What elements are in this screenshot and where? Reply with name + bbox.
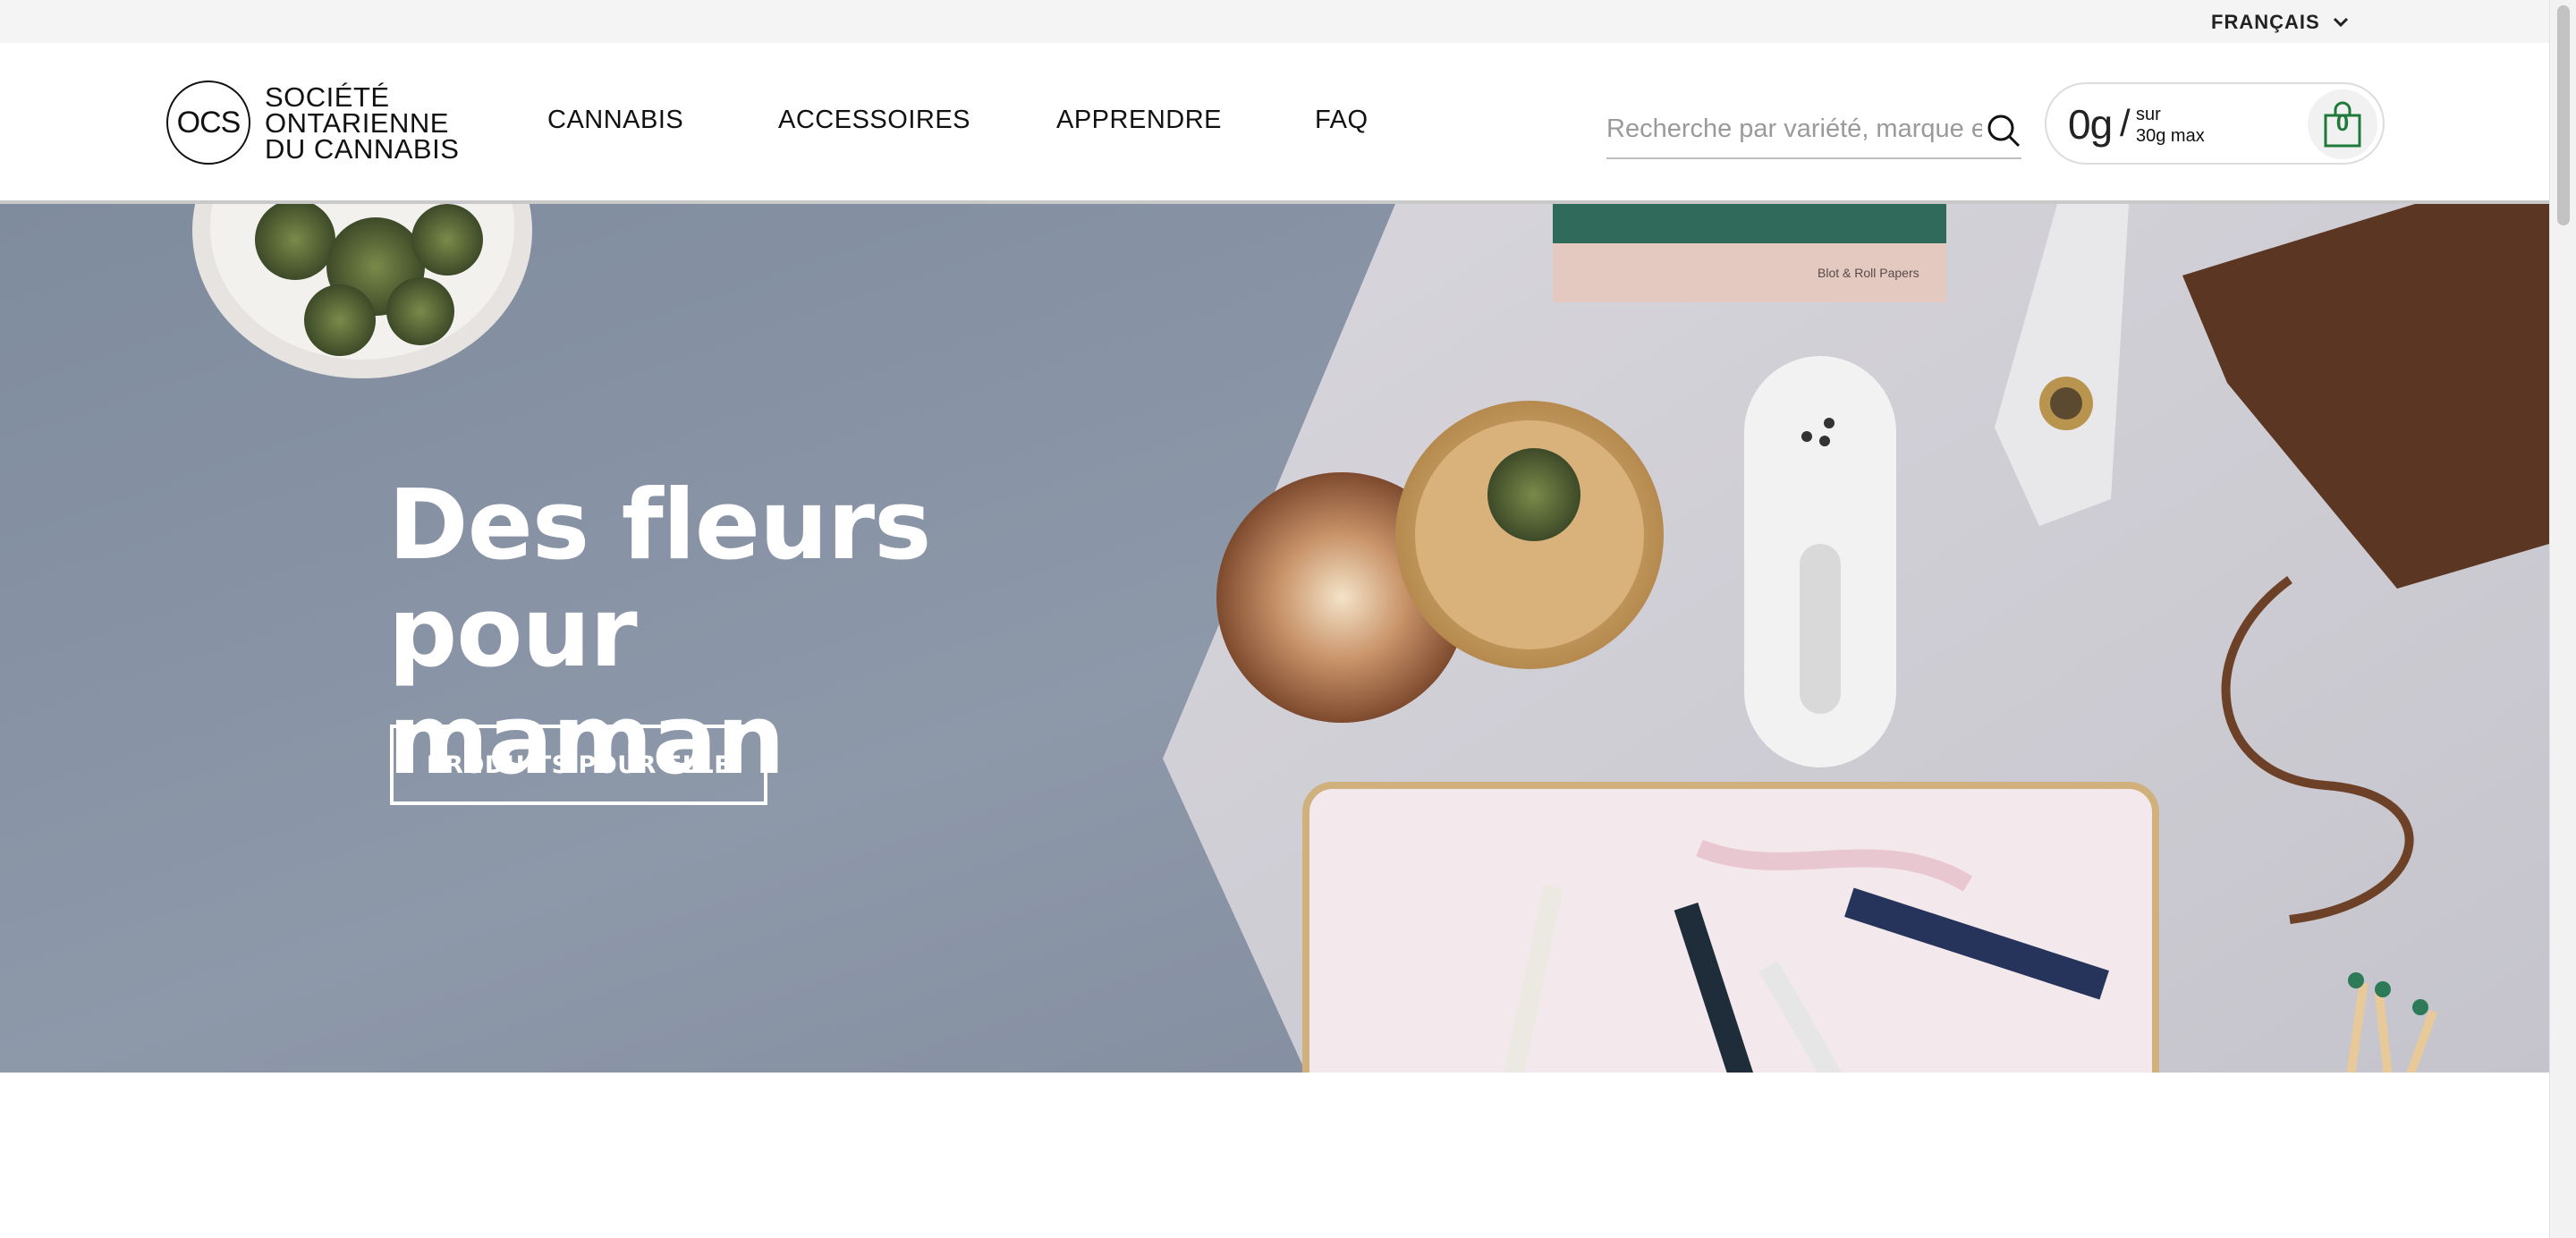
cart-widget[interactable]: 0g / sur 30g max 0 xyxy=(2045,82,2385,165)
nav-item-accessoires[interactable]: ACCESSOIRES xyxy=(778,106,970,135)
cart-limit: sur 30g max xyxy=(2136,104,2205,147)
hero-banner: Blot & Roll Papers Des fleurs pour maman… xyxy=(0,204,2549,1073)
nav-item-faq[interactable]: FAQ xyxy=(1315,106,1368,135)
page-scrollbar[interactable] xyxy=(2549,0,2576,1238)
search-icon[interactable] xyxy=(1986,113,2021,148)
products-for-her-button[interactable]: PRODUITS POUR ELLE xyxy=(390,725,767,805)
language-switcher[interactable]: FRANÇAIS xyxy=(2211,9,2349,36)
hero-title-line: Des fleurs pour xyxy=(388,470,931,689)
cart-weight-amount: 0g xyxy=(2068,101,2113,148)
ocs-logo[interactable]: OCS SOCIÉTÉ ONTARIENNE DU CANNABIS xyxy=(166,81,459,165)
scrollbar-thumb[interactable] xyxy=(2557,5,2570,225)
language-label: FRANÇAIS xyxy=(2211,11,2320,33)
search-bar xyxy=(1606,98,2021,159)
site-header: OCS SOCIÉTÉ ONTARIENNE DU CANNABIS CANNA… xyxy=(0,43,2549,204)
logo-mark: OCS xyxy=(166,81,250,165)
logo-wordmark: SOCIÉTÉ ONTARIENNE DU CANNABIS xyxy=(265,81,460,165)
chevron-down-icon xyxy=(2333,17,2348,28)
book-label: Blot & Roll Papers xyxy=(1818,266,1919,280)
cart-limit-line: 30g max xyxy=(2136,126,2205,146)
cart-separator: / xyxy=(2120,102,2131,144)
hero-background-image: Blot & Roll Papers xyxy=(0,204,2549,1073)
cart-limit-line: sur xyxy=(2136,105,2161,124)
logo-line: DU CANNABIS xyxy=(265,132,460,165)
search-input[interactable] xyxy=(1606,111,1982,147)
logo-line: ONTARIENNE xyxy=(265,106,449,139)
nav-item-cannabis[interactable]: CANNABIS xyxy=(547,106,683,135)
cart-button[interactable]: 0 xyxy=(2308,89,2377,159)
top-utility-bar: FRANÇAIS xyxy=(0,0,2549,43)
logo-line: SOCIÉTÉ xyxy=(265,81,390,113)
cart-item-count: 0 xyxy=(2335,109,2350,136)
nav-item-apprendre[interactable]: APPRENDRE xyxy=(1056,106,1222,135)
